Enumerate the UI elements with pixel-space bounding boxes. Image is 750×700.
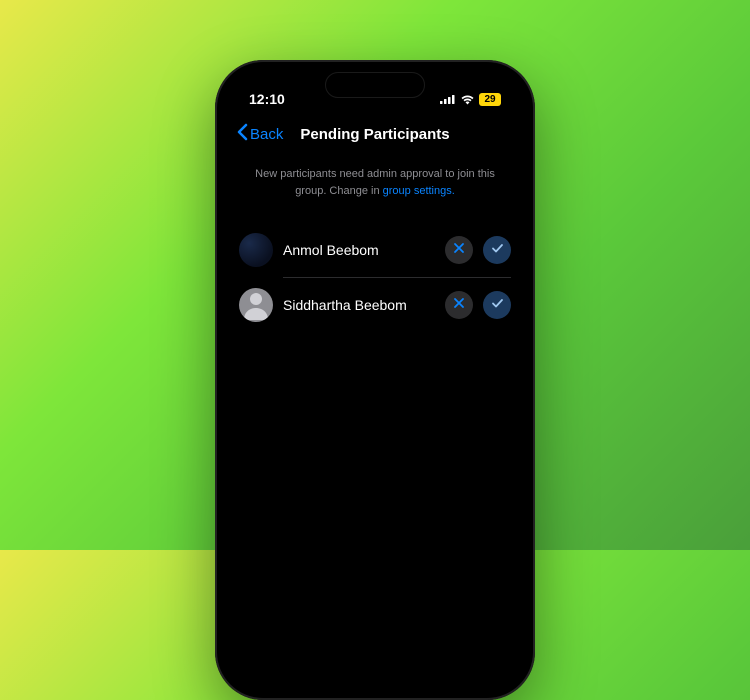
participant-name: Siddhartha Beebom [283, 297, 435, 313]
avatar[interactable] [239, 233, 273, 267]
navigation-bar: Back Pending Participants [225, 114, 525, 154]
cellular-signal-icon [440, 94, 456, 104]
person-icon [239, 288, 273, 322]
check-icon [491, 296, 504, 314]
approve-button[interactable] [483, 236, 511, 264]
reject-button[interactable] [445, 236, 473, 264]
reject-button[interactable] [445, 291, 473, 319]
participant-row: Anmol Beebom [239, 223, 511, 277]
x-icon [453, 241, 465, 259]
battery-indicator: 29 [479, 93, 501, 106]
back-button[interactable]: Back [237, 123, 283, 145]
back-label: Back [250, 126, 283, 143]
check-icon [491, 241, 504, 259]
chevron-left-icon [237, 123, 248, 145]
participants-list: Anmol Beebom Siddhartha Beebom [225, 223, 525, 332]
group-settings-link[interactable]: group settings. [383, 185, 455, 197]
page-title: Pending Participants [300, 126, 449, 143]
status-indicators: 29 [440, 93, 501, 106]
info-message: New participants need admin approval to … [225, 154, 525, 223]
phone-frame: 12:10 29 Back Pending Participants [215, 60, 535, 700]
dynamic-island [325, 72, 425, 98]
info-text-body: New participants need admin approval to … [255, 168, 495, 197]
x-icon [453, 296, 465, 314]
avatar[interactable] [239, 288, 273, 322]
approve-button[interactable] [483, 291, 511, 319]
participant-name: Anmol Beebom [283, 242, 435, 258]
participant-row: Siddhartha Beebom [239, 278, 511, 332]
screen: 12:10 29 Back Pending Participants [225, 70, 525, 690]
wifi-icon [460, 94, 475, 105]
status-time: 12:10 [249, 91, 285, 107]
